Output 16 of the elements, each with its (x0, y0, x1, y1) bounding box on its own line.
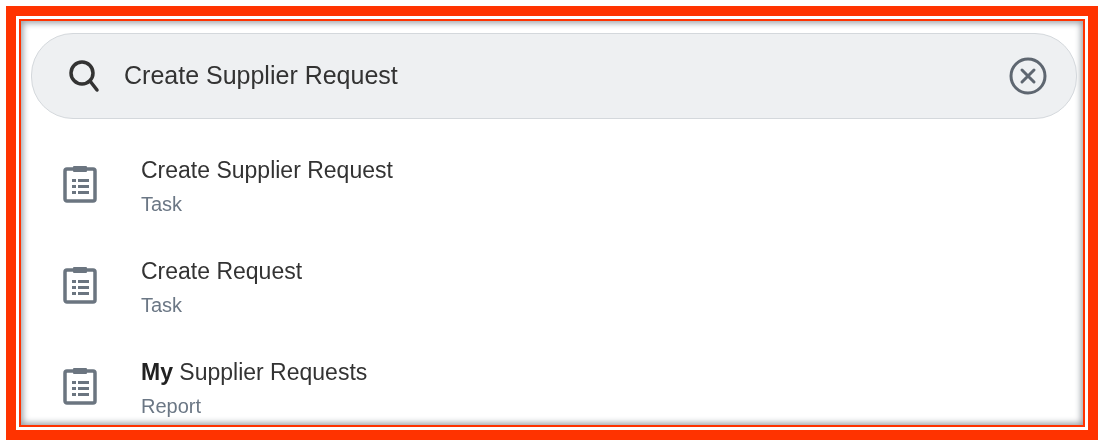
search-bar[interactable]: Create Supplier Request (31, 33, 1077, 119)
result-title: Create Request (141, 258, 303, 286)
result-title: My Supplier Requests (141, 359, 368, 387)
result-type: Report (141, 393, 203, 419)
clipboard-icon (63, 266, 97, 304)
result-type: Task (141, 292, 184, 318)
result-item[interactable]: My Supplier Requests Report (63, 359, 1077, 421)
clipboard-icon (63, 165, 97, 203)
search-field[interactable]: Create Supplier Request (124, 57, 984, 95)
result-item[interactable]: Create Request Task (63, 258, 1077, 359)
clear-icon[interactable] (1008, 56, 1048, 96)
search-icon (68, 59, 100, 93)
result-type: Task (141, 191, 184, 217)
result-item[interactable]: Create Supplier Request Task (63, 157, 1077, 258)
result-title: Create Supplier Request (141, 157, 393, 185)
clipboard-icon (63, 367, 97, 405)
